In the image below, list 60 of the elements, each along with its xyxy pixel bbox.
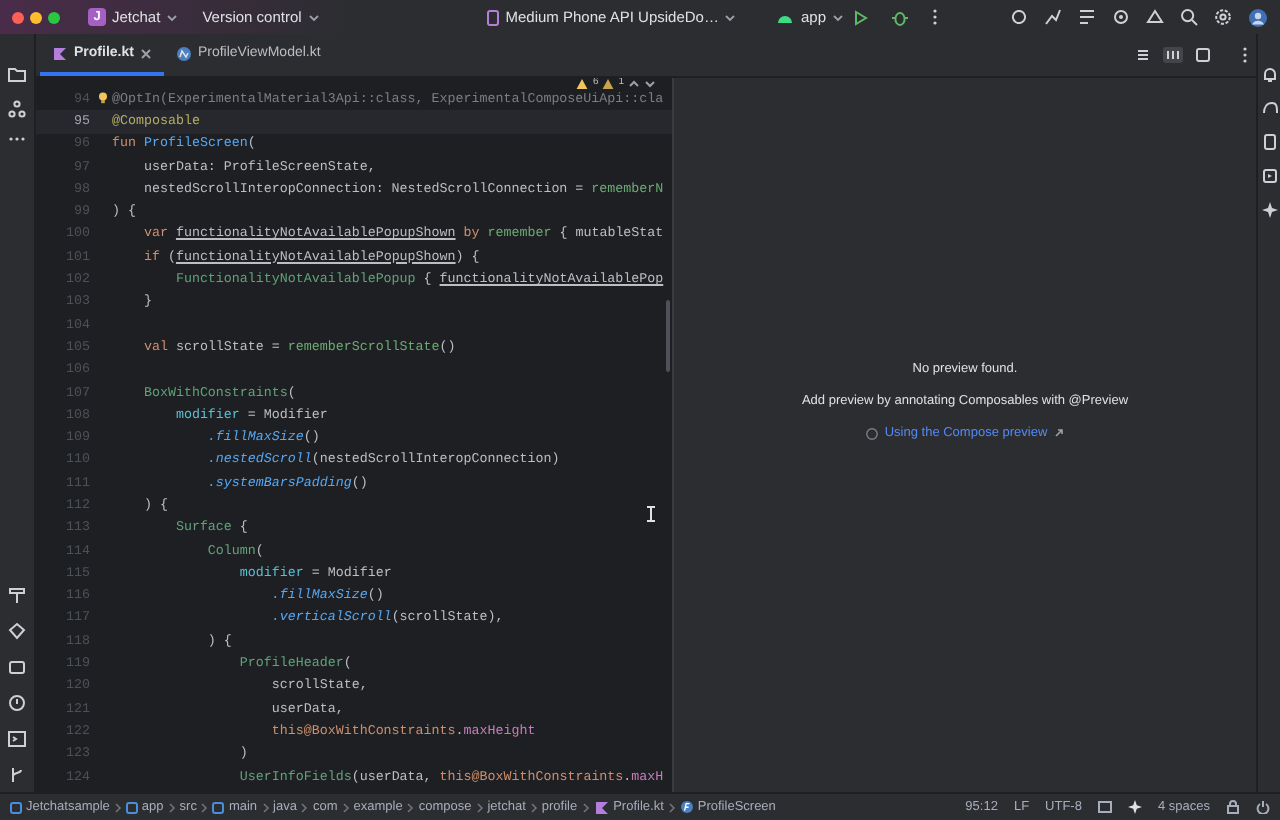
chevron-right-icon [300, 801, 309, 813]
caret-icon [724, 11, 737, 23]
chevron-up-icon[interactable] [628, 78, 640, 89]
chevron-right-icon [475, 801, 484, 813]
module-icon [10, 801, 22, 813]
caret-icon [832, 11, 844, 23]
zoom-button[interactable] [48, 11, 60, 23]
close-button[interactable] [12, 11, 24, 23]
split-view-icon[interactable] [1162, 46, 1184, 64]
function-icon [679, 800, 694, 814]
close-icon[interactable] [139, 47, 152, 59]
layout-icon[interactable] [1078, 8, 1096, 26]
chevron-right-icon [406, 801, 415, 813]
caret-icon [166, 11, 179, 23]
terminal-icon[interactable] [8, 730, 26, 748]
minimize-button[interactable] [30, 11, 42, 23]
folder-icon[interactable] [8, 66, 26, 82]
sparkle-icon[interactable] [1127, 800, 1142, 814]
module-icon [212, 801, 225, 813]
running-devices-icon[interactable] [1261, 168, 1277, 184]
power-icon[interactable] [1256, 800, 1270, 814]
android-icon [776, 10, 795, 24]
lock-icon[interactable] [1226, 800, 1240, 814]
chevron-right-icon [341, 801, 350, 813]
git-branch-icon[interactable] [8, 766, 26, 784]
kotlin-file-icon [593, 799, 610, 815]
text-cursor-icon [646, 506, 656, 522]
chevron-right-icon [261, 801, 270, 813]
caret-icon [307, 11, 320, 23]
code-view-icon[interactable] [1136, 48, 1150, 62]
design-view-icon[interactable] [1196, 48, 1210, 62]
chevron-right-icon [113, 801, 122, 813]
chevron-right-icon [581, 801, 590, 813]
sparkle-icon[interactable] [1261, 202, 1277, 218]
lightbulb-icon[interactable] [98, 92, 108, 104]
module-icon [125, 801, 138, 813]
hammer-icon[interactable] [8, 586, 26, 604]
settings-icon[interactable] [1214, 8, 1232, 26]
class-icon [175, 45, 192, 61]
commit-icon[interactable] [8, 100, 26, 118]
search-icon[interactable] [1180, 8, 1198, 26]
device-manager-icon[interactable] [1261, 134, 1277, 150]
chevron-right-icon [667, 801, 676, 813]
bell-icon[interactable] [1261, 66, 1277, 82]
chevron-down-icon[interactable] [644, 78, 656, 89]
chevron-right-icon [167, 801, 176, 813]
bug-icon[interactable] [892, 9, 908, 25]
problems-icon[interactable] [8, 694, 26, 712]
help-icon [866, 427, 879, 439]
phone-icon [485, 9, 500, 25]
kotlin-file-icon [52, 45, 68, 61]
chevron-right-icon [200, 801, 209, 813]
profiler-icon[interactable] [1044, 8, 1062, 26]
more-icon[interactable] [1242, 46, 1248, 64]
avatar-icon[interactable] [1248, 7, 1268, 27]
more-icon[interactable] [8, 136, 26, 142]
chevron-right-icon [529, 801, 538, 813]
more-icon[interactable] [932, 8, 938, 26]
run-icon[interactable] [852, 9, 868, 25]
external-link-icon[interactable] [1053, 428, 1064, 438]
